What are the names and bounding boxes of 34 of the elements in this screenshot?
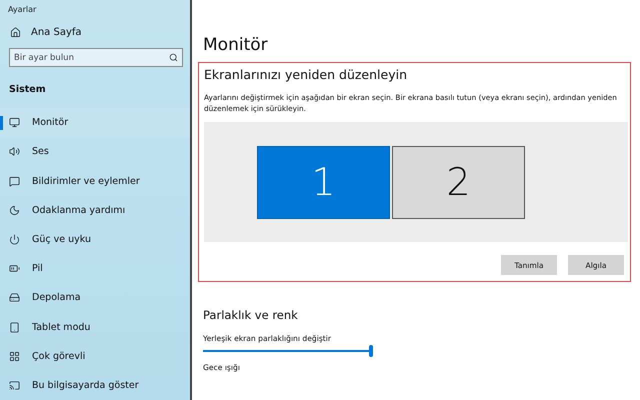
moon-icon <box>9 204 20 216</box>
page-title: Monitör <box>203 34 269 56</box>
window-title: Ayarlar <box>7 4 38 15</box>
search-field[interactable]: Bir ayar bulun <box>9 48 183 68</box>
sidebar-item[interactable]: Bu bilgisayarda göster <box>0 370 190 400</box>
selection-bar <box>0 116 3 130</box>
display-tile[interactable]: 2 <box>392 146 525 218</box>
sidebar-item[interactable]: Odaklanma yardımı <box>0 196 190 225</box>
search-icon[interactable] <box>169 53 178 62</box>
sidebar-item[interactable]: Çok görevli <box>0 342 190 371</box>
drive-icon <box>9 292 20 304</box>
message-icon <box>9 176 20 187</box>
grid-icon <box>9 350 20 362</box>
sidebar-item[interactable]: Tablet modu <box>0 312 190 342</box>
display-tile[interactable]: 1 <box>257 146 390 218</box>
monitor-icon <box>9 117 20 128</box>
slider-thumb[interactable] <box>369 345 373 357</box>
sidebar-item[interactable]: Güç ve uyku <box>0 224 190 254</box>
sidebar-item[interactable]: Bildirimler ve eylemler <box>0 166 190 196</box>
power-icon <box>9 234 20 245</box>
section-heading: Ekranlarınızı yeniden düzenleyin <box>204 67 408 82</box>
cast-icon <box>9 380 20 391</box>
section-heading: Sistem <box>8 83 47 96</box>
sidebar-item[interactable]: Depolama <box>0 283 190 312</box>
sidebar-item[interactable]: Pil <box>0 254 190 284</box>
speaker-icon <box>9 146 20 158</box>
section-heading: Parlaklık ve renk <box>203 308 299 322</box>
home-link[interactable]: Ana Sayfa <box>31 26 82 38</box>
home-icon[interactable] <box>10 26 21 38</box>
sidebar-item[interactable]: Monitör <box>0 108 190 138</box>
tablet-icon <box>9 322 20 333</box>
battery-icon <box>9 263 20 274</box>
brightness-slider[interactable] <box>203 345 373 357</box>
sidebar-item[interactable]: Ses <box>0 137 190 166</box>
